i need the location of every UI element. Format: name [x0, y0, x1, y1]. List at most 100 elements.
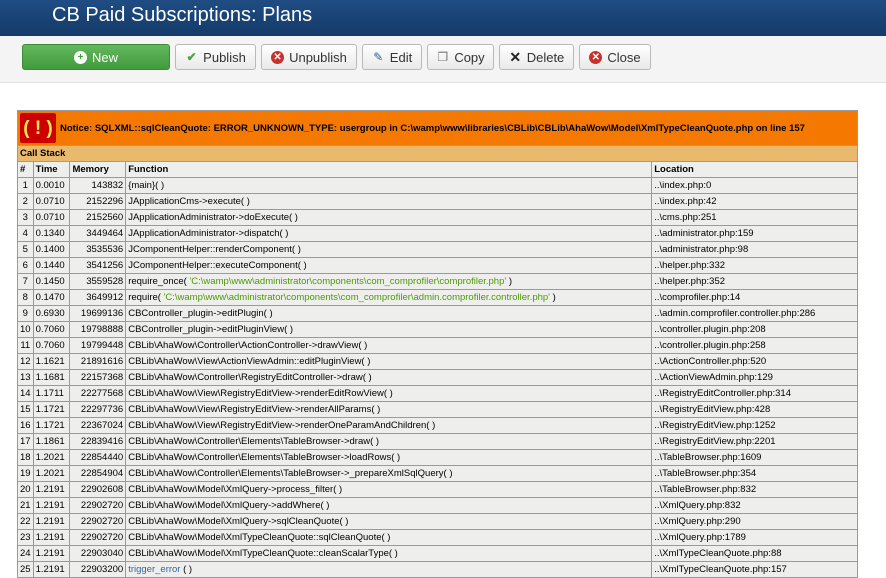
function-name: CBController_plugin->editPlugin( )	[128, 308, 273, 319]
stack-location-cell: ..\TableBrowser.php:1609	[651, 449, 858, 466]
stack-location-cell: ..\XmlTypeCleanQuote.php:88	[651, 545, 858, 562]
new-button[interactable]: + New	[22, 44, 170, 70]
table-row: 9 0.6930 19699136 CBController_plugin->edit…	[17, 305, 858, 322]
stack-time-cell: 1.2191	[32, 545, 71, 562]
new-button-label: New	[91, 49, 118, 65]
table-row: 2 0.0710 2152296 JApplicationCms->execute( …	[17, 193, 858, 210]
function-name: JApplicationCms->execute( )	[128, 196, 250, 207]
stack-num-cell: 24	[17, 545, 34, 562]
stack-location-cell: ..\administrator.php:159	[651, 225, 858, 242]
stack-memory-cell: 22854440	[69, 449, 127, 466]
stack-memory-cell: 22297736	[69, 401, 127, 418]
function-args-close: )	[506, 276, 512, 287]
unpublish-button[interactable]: ✕ Unpublish	[261, 44, 357, 70]
stack-time-cell: 1.1621	[32, 353, 71, 370]
edit-button[interactable]: ✎ Edit	[362, 44, 422, 70]
stack-num-cell: 3	[17, 209, 34, 226]
stack-time-cell: 0.6930	[32, 305, 71, 322]
publish-button[interactable]: ✔ Publish	[175, 44, 256, 70]
stack-time-cell: 0.1340	[32, 225, 71, 242]
stack-function-cell: CBLib\AhaWow\View\RegistryEditView->rend…	[125, 401, 653, 418]
stack-num-cell: 16	[17, 417, 34, 434]
function-name: CBLib\AhaWow\Model\XmlQuery->addWhere( )	[128, 500, 330, 511]
stack-memory-cell: 22854904	[69, 465, 127, 482]
stack-time-cell: 0.1440	[32, 257, 71, 274]
table-row: 22 1.2191 22902720 CBLib\AhaWow\Model\XmlQu…	[17, 513, 858, 530]
stack-num-cell: 4	[17, 225, 34, 242]
function-name: CBLib\AhaWow\View\ActionViewAdmin::editP…	[128, 356, 371, 367]
toolbar: + New ✔ Publish ✕ Unpublish ✎ Edit ❐ Cop…	[0, 36, 886, 83]
function-name: require(	[128, 292, 164, 303]
stack-function-cell: JApplicationAdministrator->doExecute( )	[125, 209, 653, 226]
unpublish-icon: ✕	[271, 50, 285, 64]
stack-num-cell: 15	[17, 401, 34, 418]
stack-time-cell: 0.0010	[32, 177, 71, 194]
edit-button-label: Edit	[389, 49, 413, 65]
table-row: 17 1.1861 22839416 CBLib\AhaWow\Controller\…	[17, 433, 858, 450]
stack-location-cell: ..\helper.php:332	[651, 257, 858, 274]
close-button[interactable]: ✕ Close	[579, 44, 651, 70]
copy-button-label: Copy	[454, 49, 485, 65]
stack-time-cell: 1.2191	[32, 529, 71, 546]
stack-function-cell: {main}( )	[125, 177, 653, 194]
stack-time-cell: 1.2191	[32, 481, 71, 498]
stack-memory-cell: 22902720	[69, 529, 127, 546]
column-header-location: Location	[651, 161, 858, 178]
stack-location-cell: ..\XmlQuery.php:290	[651, 513, 858, 530]
column-header-memory: Memory	[69, 161, 127, 178]
table-row: 23 1.2191 22902720 CBLib\AhaWow\Model\XmlTy…	[17, 529, 858, 546]
table-row: 25 1.2191 22903200 trigger_error ( ) ..\XmlT…	[17, 561, 858, 578]
table-row: 19 1.2021 22854904 CBLib\AhaWow\Controller\…	[17, 465, 858, 482]
stack-location-cell: ..\TableBrowser.php:354	[651, 465, 858, 482]
stack-num-cell: 7	[17, 273, 34, 290]
stack-memory-cell: 22157368	[69, 369, 127, 386]
stack-function-cell: CBLib\AhaWow\Controller\Elements\TableBr…	[125, 449, 653, 466]
delete-button-label: Delete	[526, 49, 565, 65]
function-name: JApplicationAdministrator->dispatch( )	[128, 228, 289, 239]
table-row: 18 1.2021 22854440 CBLib\AhaWow\Controller\…	[17, 449, 858, 466]
function-argument: 'C:\wamp\www\administrator\components\co…	[163, 292, 550, 303]
function-link[interactable]: trigger_error	[128, 564, 180, 575]
stack-memory-cell: 19798888	[69, 321, 127, 338]
publish-button-label: Publish	[203, 49, 246, 65]
stack-memory-cell: 3559528	[69, 273, 127, 290]
stack-num-cell: 6	[17, 257, 34, 274]
stack-memory-cell: 22839416	[69, 433, 127, 450]
stack-function-cell: CBLib\AhaWow\Model\XmlTypeCleanQuote::sq…	[125, 529, 653, 546]
table-row: 6 0.1440 3541256 JComponentHelper::executeC…	[17, 257, 858, 274]
stack-memory-cell: 3541256	[69, 257, 127, 274]
column-header-num: #	[17, 161, 34, 178]
delete-button[interactable]: ✕ Delete	[499, 44, 574, 70]
title-bar: CB Paid Subscriptions: Plans	[0, 0, 886, 36]
stack-memory-cell: 22367024	[69, 417, 127, 434]
table-row: 1 0.0010 143832 {main}( ) ..\index.php:0	[17, 177, 858, 194]
stack-time-cell: 1.2191	[32, 497, 71, 514]
stack-memory-cell: 21891616	[69, 353, 127, 370]
stack-num-cell: 10	[17, 321, 34, 338]
stack-num-cell: 21	[17, 497, 34, 514]
table-row: 5 0.1400 3535536 JComponentHelper::renderCo…	[17, 241, 858, 258]
function-name: CBLib\AhaWow\Controller\Elements\TableBr…	[128, 452, 401, 463]
stack-num-cell: 25	[17, 561, 34, 578]
function-argument: 'C:\wamp\www\administrator\components\co…	[189, 276, 507, 287]
stack-location-cell: ..\ActionController.php:520	[651, 353, 858, 370]
stack-function-cell: CBLib\AhaWow\View\RegistryEditView->rend…	[125, 385, 653, 402]
stack-time-cell: 1.2191	[32, 513, 71, 530]
stack-time-cell: 0.1470	[32, 289, 71, 306]
stack-num-cell: 1	[17, 177, 34, 194]
function-name: require_once(	[128, 276, 190, 287]
close-icon: ✕	[589, 50, 603, 64]
copy-button[interactable]: ❐ Copy	[427, 44, 494, 70]
function-name: CBLib\AhaWow\Controller\ActionController…	[128, 340, 368, 351]
table-row: 10 0.7060 19798888 CBController_plugin->edi…	[17, 321, 858, 338]
stack-function-cell: trigger_error ( )	[125, 561, 653, 578]
stack-num-cell: 2	[17, 193, 34, 210]
stack-function-cell: CBLib\AhaWow\Model\XmlQuery->process_fil…	[125, 481, 653, 498]
stack-time-cell: 0.1400	[32, 241, 71, 258]
stack-time-cell: 0.0710	[32, 193, 71, 210]
page-title: CB Paid Subscriptions: Plans	[52, 4, 313, 26]
stack-function-cell: JApplicationAdministrator->dispatch( )	[125, 225, 653, 242]
stack-num-cell: 19	[17, 465, 34, 482]
table-row: 16 1.1721 22367024 CBLib\AhaWow\View\Regist…	[17, 417, 858, 434]
stack-memory-cell: 2152560	[69, 209, 127, 226]
